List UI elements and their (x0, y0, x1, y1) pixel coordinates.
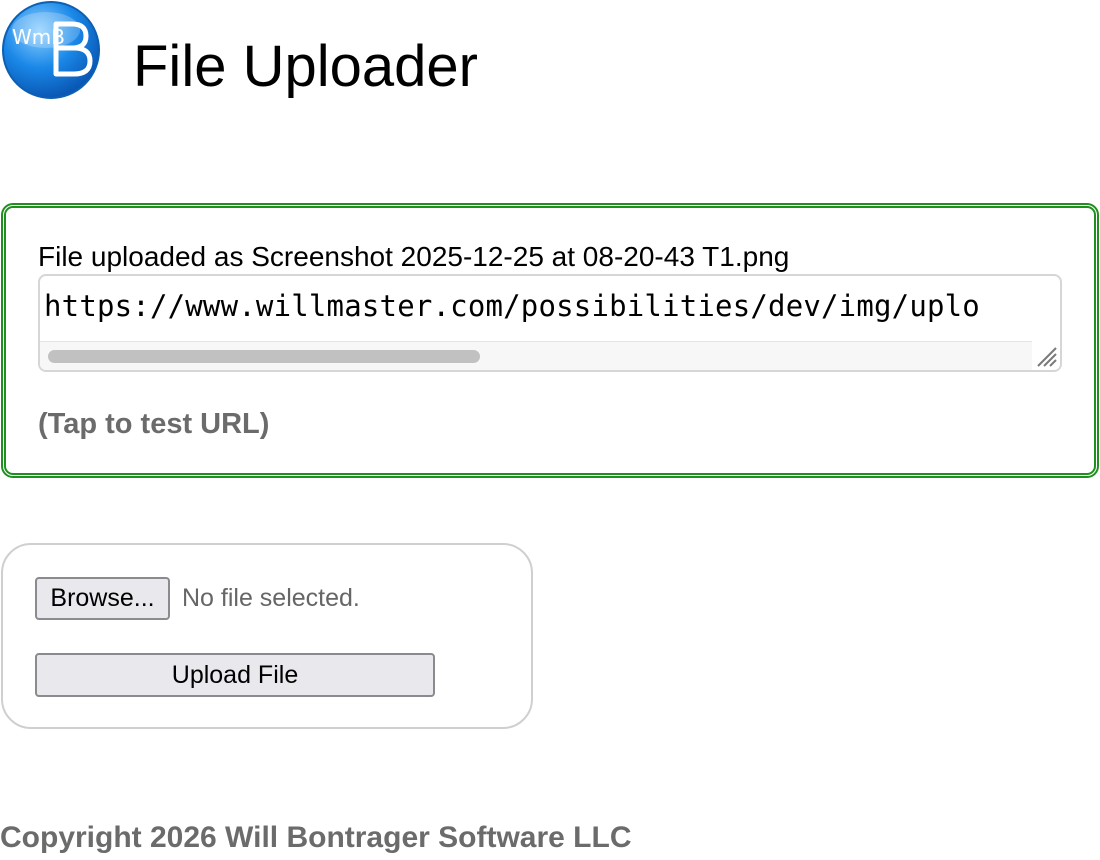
browse-button[interactable]: Browse... (35, 577, 170, 620)
resize-handle-icon[interactable] (1032, 342, 1058, 368)
scrollbar-thumb[interactable] (48, 350, 480, 363)
test-url-link[interactable]: (Tap to test URL) (38, 406, 269, 442)
page-title: File Uploader (133, 34, 478, 99)
site-logo: WmB (0, 0, 102, 100)
uploaded-url-textarea[interactable]: https://www.willmaster.com/possibilities… (38, 274, 1062, 372)
upload-file-button[interactable]: Upload File (35, 653, 435, 697)
uploaded-url-text[interactable]: https://www.willmaster.com/possibilities… (44, 286, 980, 326)
file-status-label: No file selected. (182, 584, 360, 612)
copyright-footer: Copyright 2026 Will Bontrager Software L… (0, 821, 632, 854)
upload-success-message: File uploaded as Screenshot 2025-12-25 a… (38, 241, 790, 272)
horizontal-scrollbar[interactable] (40, 341, 1032, 370)
upload-result-box: File uploaded as Screenshot 2025-12-25 a… (1, 203, 1099, 478)
upload-form-panel: Browse... No file selected. Upload File (1, 543, 533, 729)
logo-icon: WmB (2, 1, 100, 99)
